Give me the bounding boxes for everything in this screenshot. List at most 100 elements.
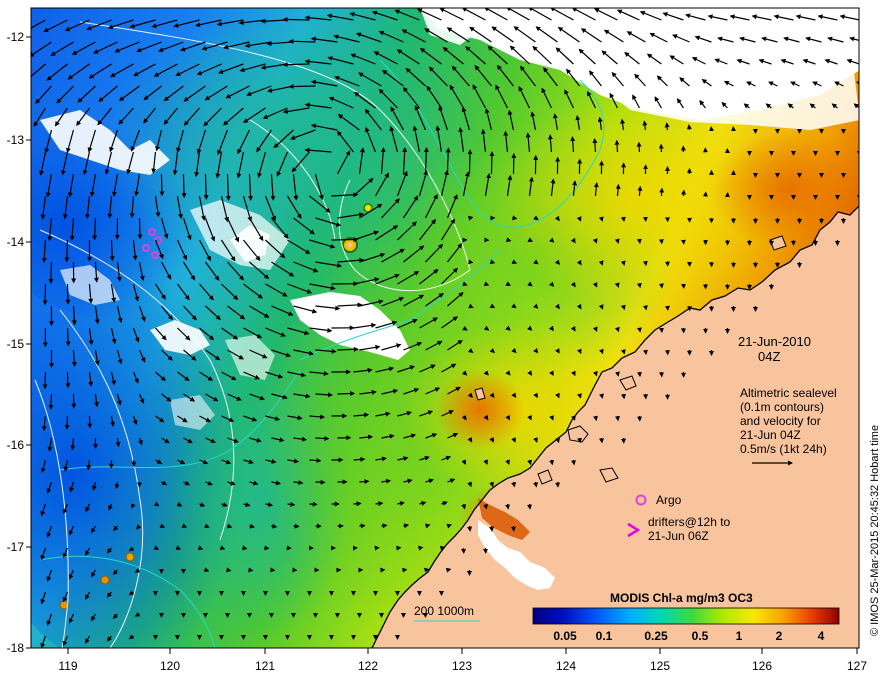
velocity-arrow: [637, 185, 643, 197]
colorbar-tick-label: 2: [776, 629, 783, 643]
isobath-label: 200 1000m: [414, 604, 474, 618]
legend-line-5: 0.5m/s (1kt 24h): [740, 442, 827, 456]
velocity-arrow: [593, 415, 598, 422]
velocity-arrow: [65, 371, 71, 389]
velocity-arrow: [620, 260, 626, 266]
velocity-arrow: [489, 151, 495, 175]
y-tick-label: -15: [7, 337, 25, 351]
velocity-arrow: [489, 259, 496, 265]
legend-line-3: and velocity for: [740, 414, 821, 428]
velocity-arrow: [642, 260, 648, 267]
velocity-arrow: [203, 173, 209, 200]
velocity-arrow: [592, 138, 598, 153]
velocity-arrow: [598, 216, 604, 222]
velocity-arrow: [225, 567, 232, 573]
velocity-arrow: [614, 139, 620, 153]
velocity-arrow: [159, 173, 165, 197]
velocity-arrow: [527, 503, 533, 510]
velocity-arrow: [659, 187, 665, 197]
velocity-arrow: [445, 567, 452, 573]
velocity-arrow: [42, 371, 48, 390]
velocity-arrow: [282, 16, 310, 22]
velocity-arrow: [599, 437, 604, 444]
velocity-arrow: [505, 237, 512, 243]
velocity-arrow: [636, 141, 642, 153]
velocity-arrow: [219, 545, 226, 551]
colorbar-title: MODIS Chl-a mg/m3 OC3: [610, 591, 753, 605]
velocity-arrow: [614, 238, 620, 244]
drifter-label-2: 21-Jun 06Z: [648, 529, 709, 543]
velocity-arrow: [337, 391, 356, 397]
velocity-arrow: [288, 38, 316, 44]
velocity-arrow: [359, 479, 370, 485]
velocity-arrow: [241, 545, 248, 551]
velocity-arrow: [48, 261, 54, 284]
velocity-arrow: [137, 217, 143, 240]
x-tick-label: 120: [160, 659, 180, 673]
velocity-arrow: [467, 149, 473, 175]
velocity-arrow: [642, 305, 648, 311]
x-tick-label: 122: [358, 659, 378, 673]
velocity-arrow: [417, 545, 424, 551]
velocity-arrow: [511, 215, 518, 221]
velocity-arrow: [686, 124, 692, 131]
velocity-arrow: [264, 545, 270, 551]
colorbar-tick-label: 1: [736, 629, 743, 643]
y-tick-label: -12: [7, 30, 25, 44]
velocity-arrow: [65, 283, 71, 305]
velocity-arrow: [282, 62, 310, 68]
velocity-arrow: [571, 459, 576, 466]
x-tick-label: 127: [847, 659, 867, 673]
velocity-arrow: [642, 349, 648, 355]
velocity-arrow: [396, 545, 402, 551]
x-axis: 119 120 121 122 123 124 125 126 127: [58, 648, 867, 673]
y-tick-label: -17: [7, 540, 25, 554]
legend-line-1: Altimetric sealevel: [740, 386, 837, 400]
velocity-arrow: [315, 435, 330, 441]
argo-label: Argo: [656, 493, 682, 507]
y-tick-label: -18: [7, 641, 25, 655]
velocity-arrow: [577, 437, 582, 444]
velocity-arrow: [615, 415, 620, 422]
velocity-arrow: [489, 525, 495, 532]
y-tick-label: -16: [7, 438, 25, 452]
y-tick-label: -14: [7, 235, 25, 249]
velocity-arrow: [64, 239, 70, 263]
velocity-arrow: [337, 346, 359, 352]
velocity-arrow: [636, 282, 642, 289]
velocity-arrow: [288, 84, 316, 90]
velocity-arrow: [505, 503, 511, 510]
x-tick-label: 124: [556, 659, 576, 673]
velocity-arrow: [423, 567, 430, 573]
velocity-arrow: [247, 567, 254, 573]
velocity-arrow: [439, 545, 446, 551]
velocity-arrow: [620, 304, 626, 311]
velocity-arrow: [353, 501, 362, 507]
map-time: 04Z: [758, 349, 780, 364]
velocity-arrow: [445, 147, 451, 175]
colorbar-tick-label: 0.5: [692, 629, 709, 643]
x-tick-label: 125: [650, 659, 670, 673]
velocity-arrow: [620, 349, 626, 355]
velocity-arrow: [664, 122, 670, 131]
velocity-arrow: [636, 327, 642, 333]
x-tick-label: 121: [255, 659, 275, 673]
y-axis: -12 -13 -14 -15 -16 -17 -18: [7, 30, 31, 655]
legend-line-2: (0.1m contours): [740, 400, 824, 414]
velocity-arrow: [271, 523, 278, 529]
velocity-arrow: [620, 216, 626, 222]
velocity-arrow: [131, 459, 137, 467]
velocity-arrow: [402, 567, 408, 573]
velocity-arrow: [614, 371, 620, 377]
velocity-arrow: [636, 371, 642, 378]
colorbar-ramp: [532, 607, 840, 625]
velocity-arrow: [533, 481, 539, 488]
colorbar-tick-label: 0.25: [644, 629, 668, 643]
colorbar-tick-label: 0.1: [596, 629, 613, 643]
velocity-arrow: [381, 523, 388, 529]
x-tick-label: 123: [452, 659, 472, 673]
velocity-arrow: [467, 215, 474, 221]
legend-line-4: 21-Jun 04Z: [740, 428, 801, 442]
velocity-arrow: [468, 259, 474, 265]
chlorophyll-map: 119 120 121 122 123 124 125 126 127 -12-13-14-15…: [7, 7, 880, 673]
